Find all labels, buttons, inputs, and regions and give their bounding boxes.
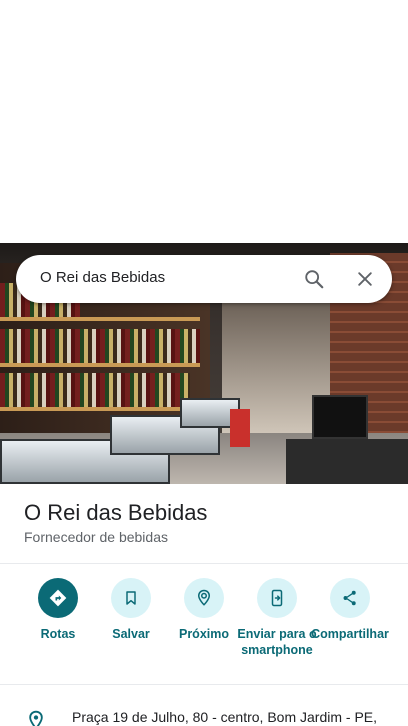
photo-monitor [312, 395, 368, 439]
action-label: Compartilhar [311, 627, 389, 641]
action-label: Próximo [178, 627, 229, 641]
photo-shelf [0, 363, 200, 367]
action-enviar-button[interactable]: Enviar para o smartphone [235, 578, 319, 658]
action-label: Enviar para o smartphone [237, 627, 317, 657]
action-salvar-button[interactable]: Salvar [89, 578, 173, 642]
photo-bottles [0, 329, 200, 363]
search-bar[interactable]: O Rei das Bebidas [16, 255, 392, 303]
place-title: O Rei das Bebidas [24, 500, 208, 525]
action-label: Rotas [40, 627, 76, 641]
action-rotas-button[interactable]: Rotas [16, 578, 100, 642]
place-address[interactable]: Praça 19 de Julho, 80 - centro, Bom Jard… [72, 709, 377, 725]
photo-bottles [0, 373, 190, 407]
photo-display [230, 409, 250, 447]
bookmark-icon[interactable] [111, 578, 151, 618]
divider [0, 563, 408, 564]
location-pin-icon [26, 710, 46, 726]
divider [0, 684, 408, 685]
map-area-blank [0, 0, 408, 243]
search-input[interactable]: O Rei das Bebidas [40, 269, 165, 286]
close-icon[interactable] [349, 263, 381, 295]
photo-shelf [0, 407, 180, 411]
nearby-icon[interactable] [184, 578, 224, 618]
directions-icon[interactable] [38, 578, 78, 618]
place-category[interactable]: Fornecedor de bebidas [24, 529, 168, 545]
share-icon[interactable] [330, 578, 370, 618]
send-to-phone-icon[interactable] [257, 578, 297, 618]
action-label: Salvar [112, 627, 150, 641]
photo-counter [286, 439, 408, 484]
action-compartilhar-button[interactable]: Compartilhar [308, 578, 392, 642]
photo-shelf [0, 317, 200, 321]
action-proximo-button[interactable]: Próximo [162, 578, 246, 642]
search-icon[interactable] [298, 263, 330, 295]
